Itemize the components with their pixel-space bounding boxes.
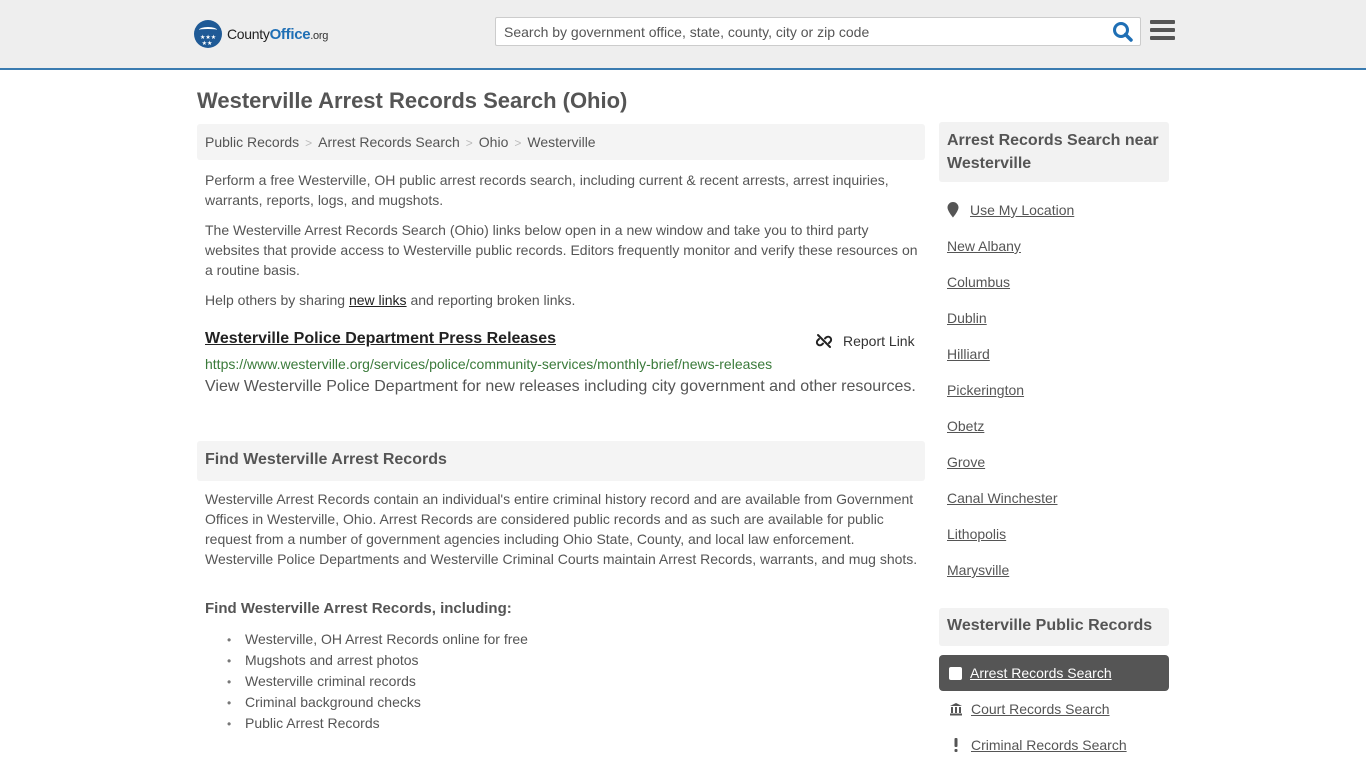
breadcrumb-ohio[interactable]: Ohio	[479, 134, 509, 150]
nearby-city-link[interactable]: Grove	[947, 454, 985, 470]
public-records-heading: Westerville Public Records	[939, 608, 1169, 646]
square-icon	[949, 666, 962, 680]
nearby-city-link[interactable]: Marysville	[947, 562, 1009, 578]
intro-paragraph: Perform a free Westerville, OH public ar…	[205, 172, 889, 208]
report-link-label: Report Link	[843, 333, 915, 349]
report-link-button[interactable]: Report Link	[815, 332, 915, 350]
nearby-city-link[interactable]: Lithopolis	[947, 526, 1006, 542]
map-marker-icon	[947, 202, 959, 218]
use-my-location-link[interactable]: Use My Location	[947, 202, 1074, 218]
breadcrumb-public-records[interactable]: Public Records	[205, 134, 299, 150]
search-icon	[1113, 22, 1133, 42]
eagle-logo-icon: ★★★ ★★	[194, 20, 222, 48]
hamburger-menu-button[interactable]	[1150, 20, 1175, 42]
search-input[interactable]	[496, 18, 1106, 45]
courthouse-icon	[950, 703, 962, 716]
public-records-item-criminal[interactable]: Criminal Records Search	[939, 727, 1169, 763]
exclamation-icon	[954, 738, 958, 752]
breadcrumb-separator: >	[305, 136, 313, 150]
public-records-item-arrest[interactable]: Arrest Records Search	[939, 655, 1169, 691]
list-item: Criminal background checks	[227, 692, 528, 713]
nearby-city-link[interactable]: Columbus	[947, 274, 1010, 290]
find-section-heading: Find Westerville Arrest Records	[197, 441, 925, 481]
public-records-item-court[interactable]: Court Records Search	[939, 691, 1169, 727]
result-title-link[interactable]: Westerville Police Department Press Rele…	[205, 330, 556, 348]
nearby-city-link[interactable]: New Albany	[947, 238, 1021, 254]
search-bar	[495, 17, 1141, 46]
nearby-city-link[interactable]: Dublin	[947, 310, 987, 326]
find-section-body: Westerville Arrest Records contain an in…	[205, 491, 918, 567]
broken-link-icon	[815, 334, 833, 348]
find-section-subheading: Find Westerville Arrest Records, includi…	[205, 600, 512, 617]
list-item: Mugshots and arrest photos	[227, 650, 528, 671]
result-description: View Westerville Police Department for n…	[205, 378, 916, 395]
search-button[interactable]	[1112, 21, 1136, 43]
breadcrumb: Public Records > Arrest Records Search > Ohi…	[197, 124, 925, 160]
list-item: Westerville, OH Arrest Records online fo…	[227, 629, 528, 650]
breadcrumb-arrest-records-search[interactable]: Arrest Records Search	[318, 134, 460, 150]
share-paragraph: Help others by sharing new links and rep…	[205, 292, 576, 308]
breadcrumb-westerville: Westerville	[527, 134, 596, 150]
nearby-city-link[interactable]: Obetz	[947, 418, 984, 434]
breadcrumb-separator: >	[514, 136, 522, 150]
site-header: ★★★ ★★ CountyOffice.org	[0, 0, 1366, 70]
intro-text: Perform a free Westerville, OH public ar…	[205, 170, 920, 320]
site-logo[interactable]: ★★★ ★★ CountyOffice.org	[194, 20, 328, 48]
breadcrumb-separator: >	[465, 136, 473, 150]
intro-paragraph: The Westerville Arrest Records Search (O…	[205, 222, 918, 278]
result-url: https://www.westerville.org/services/pol…	[205, 356, 773, 372]
nearby-city-link[interactable]: Canal Winchester	[947, 490, 1058, 506]
logo-text: CountyOffice.org	[227, 25, 329, 43]
page-title: Westerville Arrest Records Search (Ohio)	[197, 88, 628, 113]
hamburger-menu-icon	[1150, 20, 1175, 24]
nearby-heading: Arrest Records Search near Westerville	[939, 122, 1169, 182]
nearby-city-link[interactable]: Hilliard	[947, 346, 990, 362]
find-records-list: Westerville, OH Arrest Records online fo…	[227, 629, 528, 734]
sidebar-nearby: Arrest Records Search near Westerville U…	[939, 122, 1169, 578]
list-item: Westerville criminal records	[227, 671, 528, 692]
nearby-city-link[interactable]: Pickerington	[947, 382, 1024, 398]
new-links-link[interactable]: new links	[349, 292, 407, 308]
list-item: Public Arrest Records	[227, 713, 528, 734]
